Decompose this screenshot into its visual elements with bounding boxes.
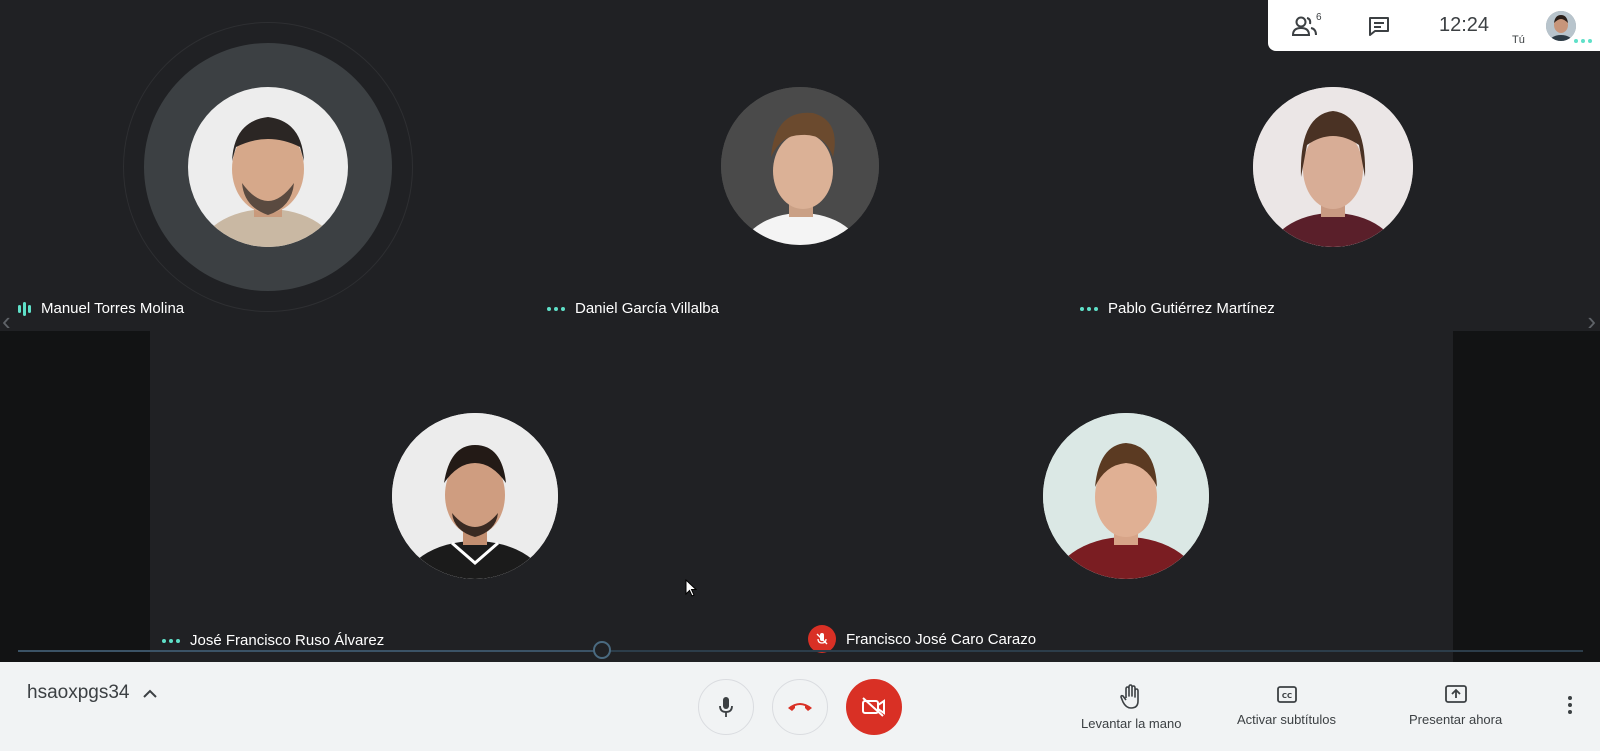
participant-name-row: Manuel Torres Molina bbox=[18, 300, 184, 317]
more-dots-icon bbox=[162, 638, 180, 643]
raise-hand-button[interactable]: Levantar la mano bbox=[1081, 684, 1181, 731]
avatar-participant-5 bbox=[1043, 413, 1209, 579]
bottom-control-bar: hsaoxpgs34 Levantar la mano CC Activar s… bbox=[0, 662, 1600, 751]
closed-captions-icon: CC bbox=[1276, 686, 1297, 703]
playback-progress-bar[interactable] bbox=[18, 641, 1583, 659]
speaking-indicator-icon bbox=[18, 301, 31, 316]
captions-label: Activar subtítulos bbox=[1237, 712, 1336, 727]
clock-time: 12:24 bbox=[1438, 14, 1490, 36]
progress-fill bbox=[18, 650, 602, 652]
raise-hand-label: Levantar la mano bbox=[1081, 716, 1182, 731]
present-label: Presentar ahora bbox=[1409, 712, 1503, 727]
chevron-right-icon[interactable]: › bbox=[1587, 306, 1596, 337]
self-tile[interactable]: Tú bbox=[1512, 0, 1600, 51]
avatar-participant-4 bbox=[392, 413, 558, 579]
avatar-participant-2 bbox=[721, 87, 879, 245]
present-button[interactable]: Presentar ahora bbox=[1409, 684, 1502, 727]
chat-icon bbox=[1369, 16, 1389, 36]
avatar-participant-3 bbox=[1253, 87, 1413, 247]
participant-name-row: Daniel García Villalba bbox=[547, 300, 719, 317]
participants-count: 6 bbox=[1316, 12, 1322, 23]
self-avatar bbox=[1546, 11, 1576, 41]
more-dots-icon bbox=[1574, 39, 1592, 43]
participant-name: José Francisco Ruso Álvarez bbox=[190, 632, 385, 649]
captions-button[interactable]: CC Activar subtítulos bbox=[1237, 684, 1336, 727]
people-icon bbox=[1291, 16, 1317, 36]
participants-button[interactable]: 6 bbox=[1268, 0, 1342, 51]
left-empty-area bbox=[0, 331, 150, 662]
video-stage: Manuel Torres Molina Daniel García Villa… bbox=[0, 0, 1600, 662]
hand-icon bbox=[1120, 684, 1140, 709]
more-dots-icon bbox=[547, 306, 565, 311]
second-row-area bbox=[150, 331, 1453, 662]
microphone-button[interactable] bbox=[698, 679, 754, 735]
meeting-details[interactable]: hsaoxpgs34 bbox=[27, 682, 158, 704]
present-screen-icon bbox=[1444, 685, 1467, 703]
right-empty-area bbox=[1453, 331, 1600, 662]
leave-call-button[interactable] bbox=[772, 679, 828, 735]
camera-off-icon bbox=[862, 697, 885, 717]
svg-text:CC: CC bbox=[1281, 692, 1291, 700]
progress-knob[interactable] bbox=[593, 641, 611, 659]
mic-off-icon bbox=[808, 625, 836, 653]
chat-button[interactable] bbox=[1342, 0, 1416, 51]
more-options-icon[interactable] bbox=[1568, 696, 1572, 714]
meeting-code: hsaoxpgs34 bbox=[27, 682, 130, 703]
self-label: Tú bbox=[1512, 34, 1525, 46]
participant-name-row: Francisco José Caro Carazo bbox=[808, 625, 1036, 653]
participant-name: Pablo Gutiérrez Martínez bbox=[1108, 300, 1275, 317]
avatar-participant-1 bbox=[188, 87, 348, 247]
hang-up-icon bbox=[788, 703, 812, 711]
camera-toggle-button[interactable] bbox=[846, 679, 902, 735]
participant-name: Manuel Torres Molina bbox=[41, 300, 185, 317]
participant-name: Francisco José Caro Carazo bbox=[846, 630, 1037, 648]
participant-name: Daniel García Villalba bbox=[575, 300, 719, 317]
more-dots-icon bbox=[1080, 306, 1098, 311]
chevron-up-icon bbox=[143, 689, 158, 698]
top-right-bar: 6 12:24 Tú bbox=[1268, 0, 1600, 51]
mouse-cursor-icon bbox=[685, 578, 698, 602]
participant-name-row: José Francisco Ruso Álvarez bbox=[162, 632, 384, 649]
participant-name-row: Pablo Gutiérrez Martínez bbox=[1080, 300, 1275, 317]
chevron-left-icon[interactable]: ‹ bbox=[2, 306, 11, 337]
microphone-icon bbox=[719, 697, 733, 717]
